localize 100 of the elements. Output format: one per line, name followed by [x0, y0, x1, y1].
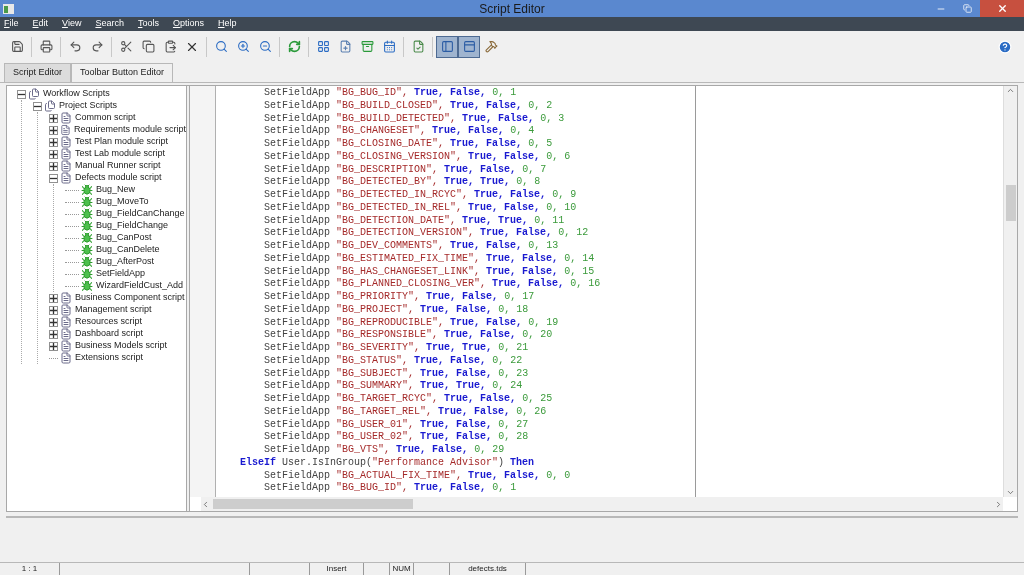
code-line: SetFieldApp "BG_HAS_CHANGESET_LINK", True, False, 0, 15: [263, 265, 596, 278]
scroll-thumb[interactable]: [1005, 185, 1016, 221]
tree-item[interactable]: Bug_CanDelete: [96, 243, 160, 257]
tab[interactable]: Toolbar Button Editor: [71, 63, 174, 82]
status-num: NUM: [390, 563, 414, 575]
scroll-left-icon[interactable]: [201, 499, 210, 509]
tree-item[interactable]: Management script: [75, 303, 152, 317]
tree-item[interactable]: Bug_FieldChange: [96, 219, 169, 233]
document-icon: [60, 292, 72, 304]
tree-item[interactable]: Workflow Scripts: [43, 87, 110, 101]
plus-icon: [50, 126, 57, 134]
document-icon: [60, 340, 72, 352]
status-mode: Insert: [310, 563, 364, 575]
expand-toggle[interactable]: [49, 125, 58, 135]
menu-item[interactable]: View: [62, 17, 82, 31]
tree-item[interactable]: Project Scripts: [59, 99, 118, 113]
code-line: SetFieldApp "BG_DETECTION_DATE", True, True, 0, 11: [263, 214, 566, 227]
status-position: 1 : 1: [0, 563, 60, 575]
expand-toggle[interactable]: [49, 329, 58, 339]
plus-icon: [50, 150, 57, 158]
documents-icon: [44, 100, 56, 112]
menu-item[interactable]: Edit: [32, 17, 49, 31]
help-icon[interactable]: [998, 39, 1012, 54]
panel-left-icon[interactable]: [436, 35, 458, 58]
plus-icon: [50, 342, 57, 350]
code-line: SetFieldApp "BG_SUBJECT", True, False, 0, 23: [263, 367, 530, 380]
menu-item[interactable]: Help: [218, 17, 237, 31]
horizontal-scrollbar[interactable]: [201, 497, 1003, 511]
tree-item[interactable]: Extensions script: [75, 351, 144, 365]
vertical-scrollbar[interactable]: [1003, 86, 1017, 497]
expand-toggle[interactable]: [49, 113, 58, 123]
code-line: SetFieldApp "BG_PROJECT", True, False, 0, 18: [263, 303, 530, 317]
tree-item[interactable]: Bug_AfterPost: [96, 255, 155, 269]
document-icon: [60, 112, 72, 124]
tree-item[interactable]: Dashboard script: [75, 327, 144, 341]
code-line: SetFieldApp "BG_ESTIMATED_FIX_TIME", True, False, 0, 14: [263, 252, 596, 266]
panel-top-icon[interactable]: [458, 35, 480, 58]
document-icon: [60, 136, 72, 148]
plus-icon: [50, 318, 57, 326]
close-button[interactable]: [980, 0, 1024, 17]
expand-toggle[interactable]: [49, 149, 58, 159]
tree-item[interactable]: Bug_MoveTo: [96, 195, 149, 209]
plus-icon: [50, 306, 57, 314]
tree-item[interactable]: Common script: [75, 111, 136, 125]
plus-icon: [50, 162, 57, 170]
plus-icon: [50, 138, 57, 146]
collapse-toggle[interactable]: [49, 173, 58, 183]
close-icon: [996, 3, 1008, 14]
code-line: SetFieldApp "BG_USER_02", True, False, 0, 28: [263, 431, 530, 444]
code-line: SetFieldApp "BG_BUG_ID", True, False, 0, 1: [263, 87, 518, 100]
code-line: SetFieldApp "BG_BUILD_DETECTED", True, False, 0, 3: [263, 112, 566, 125]
scroll-right-icon[interactable]: [994, 499, 1003, 509]
expand-toggle[interactable]: [49, 317, 58, 327]
tree-item[interactable]: SetFieldApp: [96, 267, 146, 281]
document-icon: [60, 328, 72, 340]
collapse-toggle[interactable]: [33, 101, 42, 111]
tree-item[interactable]: Bug_CanPost: [96, 231, 152, 245]
tree-item[interactable]: WizardFieldCust_Add: [96, 279, 184, 293]
tree-item[interactable]: Bug_New: [96, 183, 136, 197]
code-line: SetFieldApp "BG_USER_01", True, False, 0, 27: [263, 418, 530, 431]
menu-item[interactable]: Options: [172, 17, 204, 31]
expand-toggle[interactable]: [49, 293, 58, 303]
tree-item[interactable]: Manual Runner script: [75, 159, 161, 173]
code-line: SetFieldApp "BG_STATUS", True, False, 0, 22: [263, 354, 524, 368]
collapse-toggle[interactable]: [17, 89, 26, 99]
expand-toggle[interactable]: [49, 137, 58, 147]
bug-icon: [81, 184, 93, 196]
tree-item[interactable]: Business Models script: [75, 339, 168, 353]
scroll-down-icon[interactable]: [1006, 488, 1015, 497]
code-line: SetFieldApp "BG_SUMMARY", True, True, 0, 24: [263, 380, 524, 393]
document-icon: [60, 148, 72, 160]
expand-toggle[interactable]: [49, 161, 58, 171]
tree-item[interactable]: Resources script: [75, 315, 143, 329]
expand-toggle[interactable]: [49, 305, 58, 315]
tree-item[interactable]: Business Component script: [75, 291, 185, 305]
code-line: SetFieldApp "BG_ACTUAL_FIX_TIME", True, False, 0, 0: [263, 469, 572, 482]
expand-toggle[interactable]: [49, 341, 58, 351]
scroll-thumb[interactable]: [213, 499, 413, 509]
code-line: SetFieldApp "BG_DEV_COMMENTS", True, False, 0, 13: [263, 240, 560, 253]
tab[interactable]: Script Editor: [4, 63, 72, 82]
tree-item[interactable]: Test Lab module script: [75, 147, 166, 161]
tree-item[interactable]: Bug_FieldCanChange: [96, 207, 185, 221]
scroll-up-icon[interactable]: [1006, 86, 1015, 95]
tree-item[interactable]: Requirements module script: [73, 123, 186, 137]
code-line: SetFieldApp "BG_VTS", True, False, 0, 29: [263, 444, 506, 457]
plus-icon: [50, 114, 57, 122]
code-line: SetFieldApp "BG_DETECTED_BY", True, True, 0, 8: [263, 176, 542, 189]
tree-item[interactable]: Test Plan module script: [75, 135, 169, 149]
documents-icon: [28, 88, 40, 100]
code-line: SetFieldApp "BG_REPRODUCIBLE", True, False, 0, 19: [263, 316, 560, 329]
menu-item[interactable]: File: [4, 17, 19, 31]
tree-item[interactable]: Defects module script: [75, 171, 162, 185]
code-line: SetFieldApp "BG_BUG_ID", True, False, 0, 1: [263, 482, 518, 495]
menu-item[interactable]: Search: [95, 17, 124, 31]
code-line: SetFieldApp "BG_DESCRIPTION", True, False, 0, 7: [263, 163, 548, 176]
document-icon: [60, 304, 72, 316]
status-file: defects.tds: [450, 563, 526, 575]
menu-item[interactable]: Tools: [137, 17, 159, 31]
document-icon: [60, 124, 71, 136]
plus-icon: [50, 330, 57, 338]
